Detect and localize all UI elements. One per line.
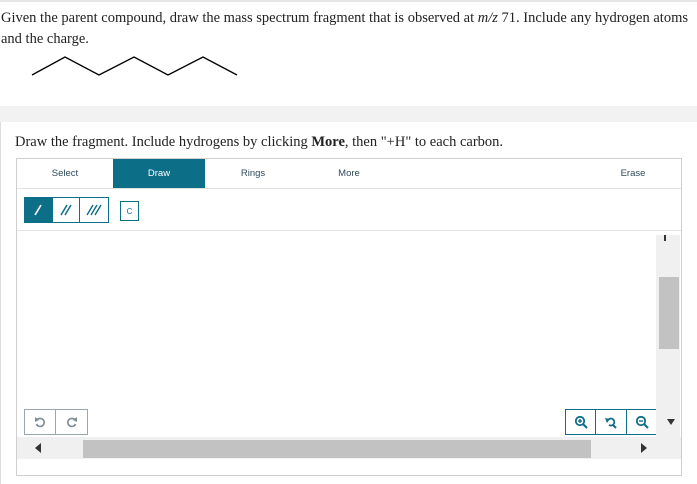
triple-bond-button[interactable]	[80, 198, 108, 222]
undo-button[interactable]	[25, 410, 56, 434]
structure-editor[interactable]: Select Draw Rings More Erase C	[16, 158, 682, 476]
panel-border	[0, 122, 1, 484]
parent-compound-structure	[31, 56, 238, 76]
triple-bond-icon	[86, 204, 102, 216]
undo-redo-group	[24, 409, 88, 435]
redo-button[interactable]	[56, 410, 87, 434]
scroll-left-icon[interactable]	[35, 443, 41, 453]
tab-select[interactable]: Select	[17, 159, 113, 188]
instruction-text-part: Draw the fragment. Include hydrogens by …	[15, 134, 312, 150]
zoom-reset-button[interactable]	[596, 410, 627, 434]
zoom-out-button[interactable]	[626, 410, 657, 434]
tab-more[interactable]: More	[301, 159, 397, 188]
single-bond-icon	[34, 204, 43, 216]
question-text-part: Given the parent compound, draw the mass…	[1, 10, 478, 26]
zoom-out-icon	[635, 415, 649, 429]
redo-icon	[66, 417, 77, 428]
double-bond-icon	[60, 204, 72, 216]
horizontal-scroll-thumb[interactable]	[83, 440, 591, 458]
mz-label: m/z	[477, 10, 498, 26]
undo-icon	[35, 417, 45, 428]
scroll-down-icon[interactable]	[667, 419, 675, 425]
scroll-up-icon[interactable]	[664, 235, 666, 241]
top-rule	[0, 0, 697, 2]
zoom-in-button[interactable]	[566, 410, 597, 434]
instruction-text-part: , then "+H" to each carbon.	[344, 134, 504, 150]
single-bond-button[interactable]	[25, 198, 53, 222]
zoom-reset-icon	[605, 417, 617, 429]
section-separator	[0, 106, 697, 122]
instruction-text: Draw the fragment. Include hydrogens by …	[15, 132, 503, 152]
question-text: Given the parent compound, draw the mass…	[1, 8, 691, 50]
zoom-controls	[565, 409, 658, 435]
instruction-bold: More	[311, 134, 345, 150]
tab-rings[interactable]: Rings	[205, 159, 301, 188]
draw-subbar: C	[17, 189, 681, 231]
editor-toolbar: Select Draw Rings More Erase	[17, 159, 681, 189]
carbon-atom-button[interactable]: C	[120, 201, 139, 221]
double-bond-button[interactable]	[52, 198, 81, 222]
bond-button-group	[24, 197, 109, 223]
zoom-in-icon	[574, 415, 588, 429]
scroll-right-icon[interactable]	[641, 443, 647, 453]
tab-erase[interactable]: Erase	[585, 159, 681, 188]
tab-draw[interactable]: Draw	[113, 159, 205, 188]
vertical-scroll-thumb[interactable]	[659, 277, 679, 349]
